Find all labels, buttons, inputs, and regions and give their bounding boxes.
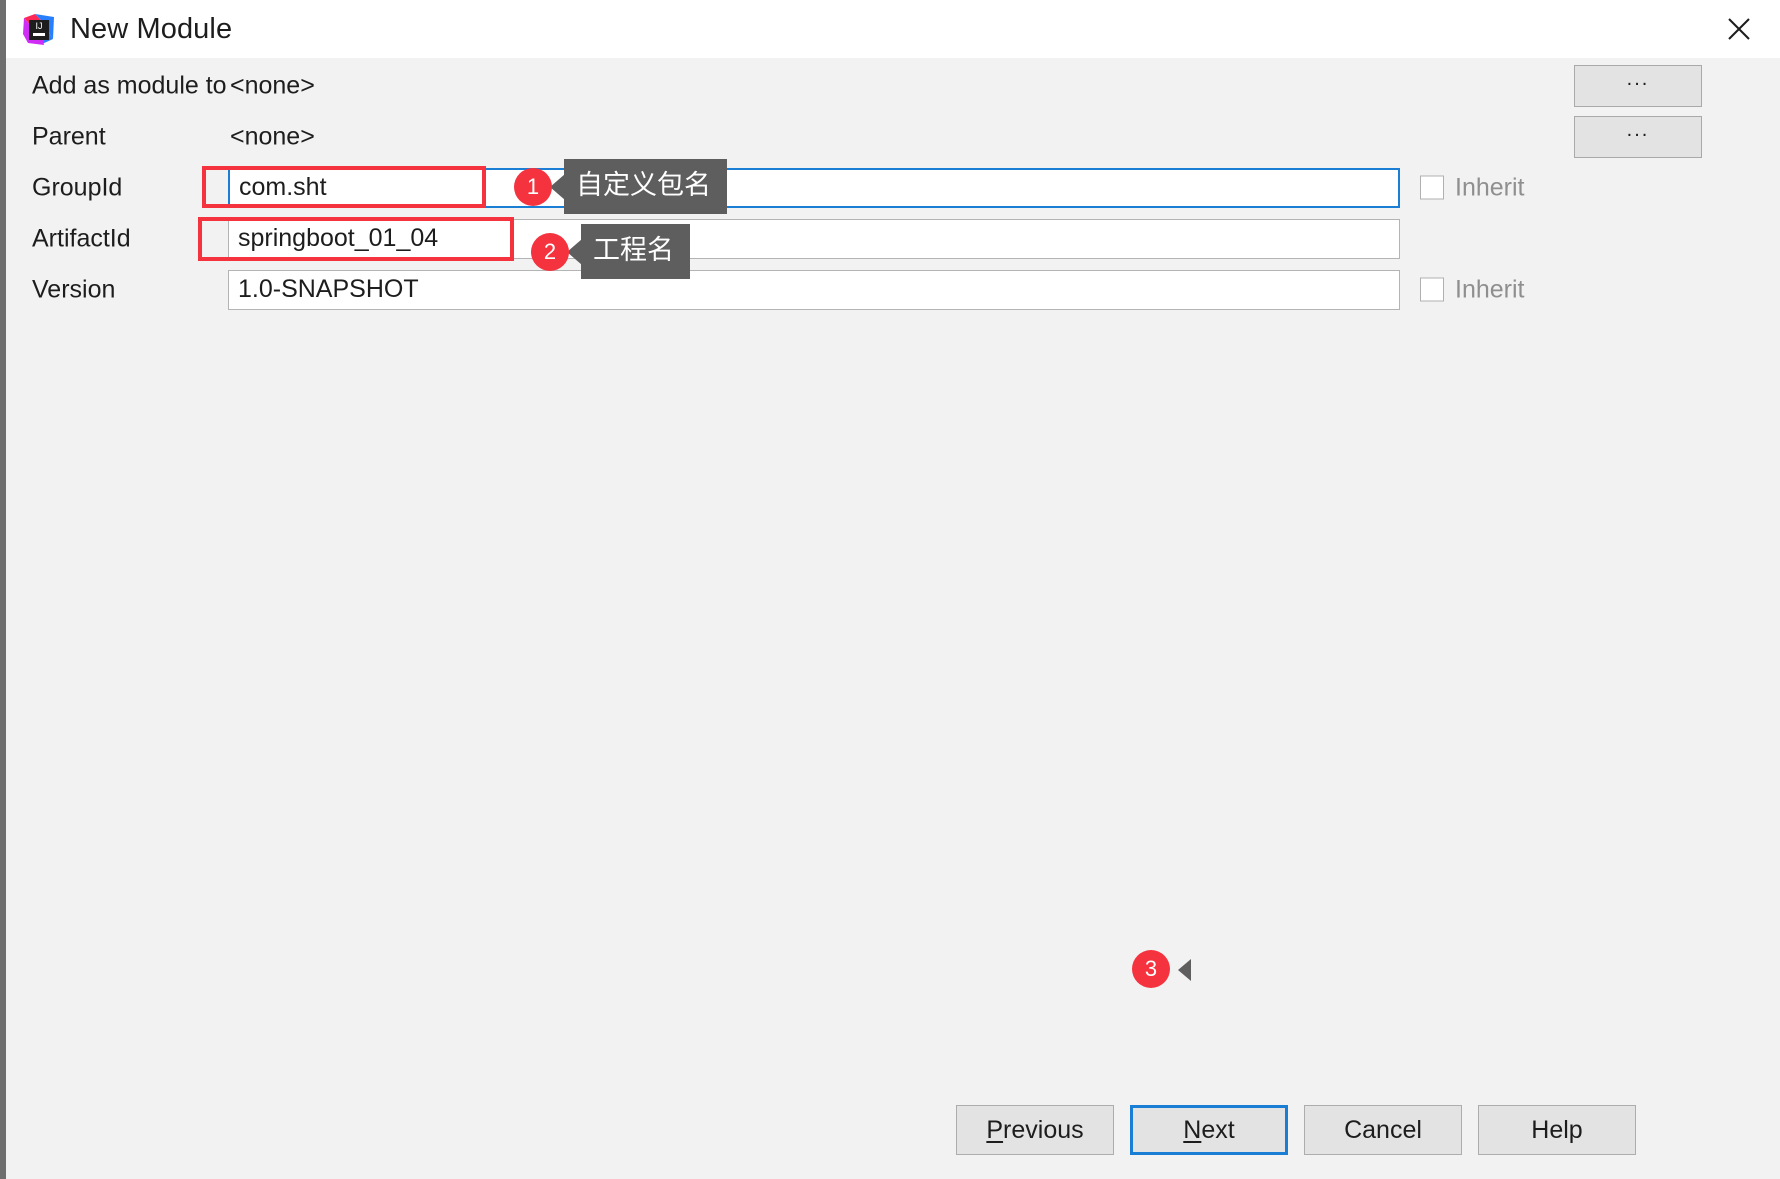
row-add-as-module-to: Add as module to <none> ... [6,60,1780,111]
label-add-as-module-to: Add as module to [32,71,227,99]
svg-text:IJ: IJ [35,21,42,31]
dialog-button-bar: Previous Next Cancel Help [6,1105,1780,1159]
checkbox-box [1420,175,1444,200]
new-module-dialog: IJ New Module Add as module to <none> ..… [0,0,1780,1179]
intellij-idea-logo-icon: IJ [22,12,56,46]
help-button[interactable]: Help [1478,1105,1636,1155]
version-inherit-checkbox[interactable]: Inherit [1420,275,1524,304]
cancel-button-label: Cancel [1344,1115,1422,1144]
group-id-input[interactable]: com.sht [228,167,1400,208]
group-id-inherit-label: Inherit [1455,173,1525,201]
add-as-module-to-browse-button[interactable]: ... [1574,64,1702,107]
row-version: Version 1.0-SNAPSHOT Inherit [6,264,1780,315]
form-body: Add as module to <none> ... Parent <none… [6,58,1780,1179]
cancel-button[interactable]: Cancel [1304,1105,1462,1155]
group-id-inherit-checkbox[interactable]: Inherit [1420,173,1524,202]
artifact-id-value: springboot_01_04 [238,224,439,252]
close-icon[interactable] [1716,6,1762,52]
previous-mnemonic: P [986,1115,1004,1144]
ellipsis-icon: ... [1626,67,1650,90]
label-artifact-id: ArtifactId [32,224,131,252]
row-parent: Parent <none> ... [6,111,1780,162]
checkbox-box [1420,277,1444,302]
row-group-id: GroupId com.sht Inherit [6,162,1780,213]
help-button-label: Help [1531,1115,1583,1144]
row-artifact-id: ArtifactId springboot_01_04 [6,213,1780,264]
version-value: 1.0-SNAPSHOT [238,275,419,303]
window-title: New Module [70,12,233,45]
group-id-value: com.sht [239,173,327,201]
next-rest: ext [1201,1115,1235,1144]
previous-rest: revious [1003,1115,1084,1144]
label-parent: Parent [32,122,106,150]
value-parent: <none> [230,122,315,150]
title-bar: IJ New Module [6,0,1780,58]
artifact-id-input[interactable]: springboot_01_04 [228,218,1400,259]
parent-browse-button[interactable]: ... [1574,115,1702,158]
previous-button-label: Previous [986,1116,1083,1145]
ellipsis-icon: ... [1626,118,1650,141]
previous-button[interactable]: Previous [956,1105,1114,1155]
label-group-id: GroupId [32,173,123,201]
next-button[interactable]: Next [1130,1105,1288,1155]
next-mnemonic: N [1183,1115,1202,1144]
value-add-as-module-to: <none> [230,71,315,99]
next-button-label: Next [1183,1116,1234,1145]
version-inherit-label: Inherit [1455,275,1525,303]
version-input[interactable]: 1.0-SNAPSHOT [228,269,1400,310]
label-version: Version [32,275,116,303]
